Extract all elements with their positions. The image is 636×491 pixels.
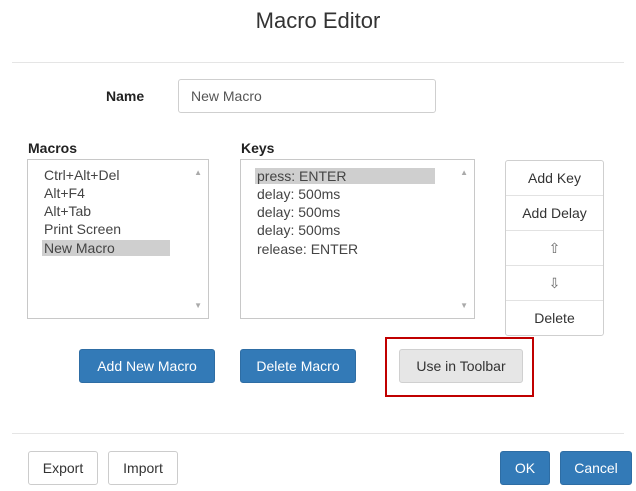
key-item[interactable]: delay: 500ms <box>255 186 342 202</box>
add-key-button[interactable]: Add Key <box>506 161 603 196</box>
macro-item[interactable]: Ctrl+Alt+Del <box>42 167 121 183</box>
macro-item[interactable]: Print Screen <box>42 221 123 237</box>
name-label: Name <box>106 88 145 104</box>
keys-listbox[interactable]: press: ENTER delay: 500ms delay: 500ms d… <box>240 159 475 319</box>
key-item-selected[interactable]: press: ENTER <box>255 168 435 184</box>
add-delay-button[interactable]: Add Delay <box>506 196 603 231</box>
cancel-button[interactable]: Cancel <box>560 451 632 485</box>
scroll-down-icon[interactable]: ▼ <box>194 301 202 310</box>
scroll-down-icon[interactable]: ▼ <box>460 301 468 310</box>
move-down-icon[interactable]: ⇩ <box>506 266 603 301</box>
macro-item[interactable]: Alt+Tab <box>42 203 93 219</box>
macros-listbox[interactable]: Ctrl+Alt+Del Alt+F4 Alt+Tab Print Screen… <box>27 159 209 319</box>
macro-item-selected[interactable]: New Macro <box>42 240 170 256</box>
header-divider <box>12 62 624 63</box>
macro-item[interactable]: Alt+F4 <box>42 185 87 201</box>
key-item[interactable]: release: ENTER <box>255 241 360 257</box>
add-new-macro-button[interactable]: Add New Macro <box>79 349 215 383</box>
move-up-icon[interactable]: ⇧ <box>506 231 603 266</box>
key-button-group: Add Key Add Delay ⇧ ⇩ Delete <box>505 160 604 336</box>
macro-name-input[interactable] <box>178 79 436 113</box>
import-button[interactable]: Import <box>108 451 178 485</box>
key-item[interactable]: delay: 500ms <box>255 204 342 220</box>
ok-button[interactable]: OK <box>500 451 550 485</box>
macros-label: Macros <box>28 140 78 156</box>
scroll-up-icon[interactable]: ▲ <box>194 168 202 177</box>
delete-macro-button[interactable]: Delete Macro <box>240 349 356 383</box>
dialog-title: Macro Editor <box>255 8 381 33</box>
keys-label: Keys <box>241 140 275 156</box>
delete-key-button[interactable]: Delete <box>506 301 603 335</box>
key-item[interactable]: delay: 500ms <box>255 222 342 238</box>
scroll-up-icon[interactable]: ▲ <box>460 168 468 177</box>
export-button[interactable]: Export <box>28 451 98 485</box>
highlight-box <box>385 337 534 397</box>
footer-divider <box>12 433 624 434</box>
